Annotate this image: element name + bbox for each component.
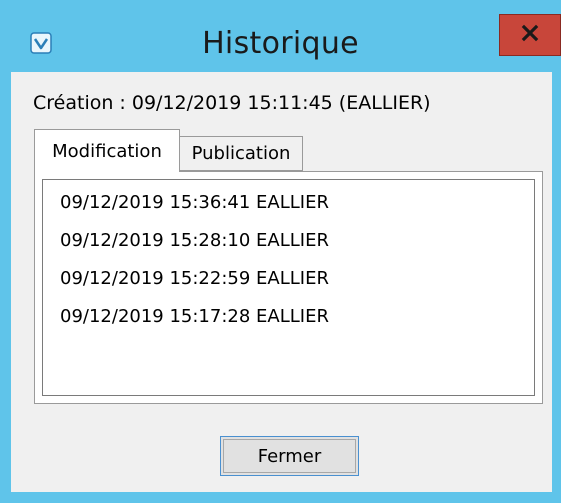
list-item[interactable]: 09/12/2019 15:22:59 EALLIER bbox=[60, 268, 329, 289]
creation-label: Création : 09/12/2019 15:11:45 (EALLIER) bbox=[33, 92, 431, 114]
dialog-window: Historique Création : 09/12/2019 15:11:4… bbox=[0, 0, 561, 503]
tab-modification-label: Modification bbox=[52, 140, 162, 162]
window-close-button[interactable] bbox=[499, 14, 561, 56]
window-title: Historique bbox=[202, 26, 359, 61]
tab-publication-label: Publication bbox=[191, 143, 291, 164]
history-list[interactable]: 09/12/2019 15:36:41 EALLIER 09/12/2019 1… bbox=[42, 179, 535, 396]
tab-modification[interactable]: Modification bbox=[34, 129, 180, 172]
tab-publication[interactable]: Publication bbox=[179, 136, 303, 171]
list-item[interactable]: 09/12/2019 15:36:41 EALLIER bbox=[60, 192, 329, 213]
list-item[interactable]: 09/12/2019 15:28:10 EALLIER bbox=[60, 230, 329, 251]
fermer-button[interactable]: Fermer bbox=[220, 436, 359, 476]
dialog-body: Création : 09/12/2019 15:11:45 (EALLIER)… bbox=[11, 72, 552, 492]
button-focus-border bbox=[223, 439, 356, 473]
title-bar[interactable]: Historique bbox=[0, 0, 561, 72]
close-icon bbox=[520, 23, 540, 47]
tab-panel-modification: 09/12/2019 15:36:41 EALLIER 09/12/2019 1… bbox=[34, 171, 543, 404]
list-item[interactable]: 09/12/2019 15:17:28 EALLIER bbox=[60, 306, 329, 327]
